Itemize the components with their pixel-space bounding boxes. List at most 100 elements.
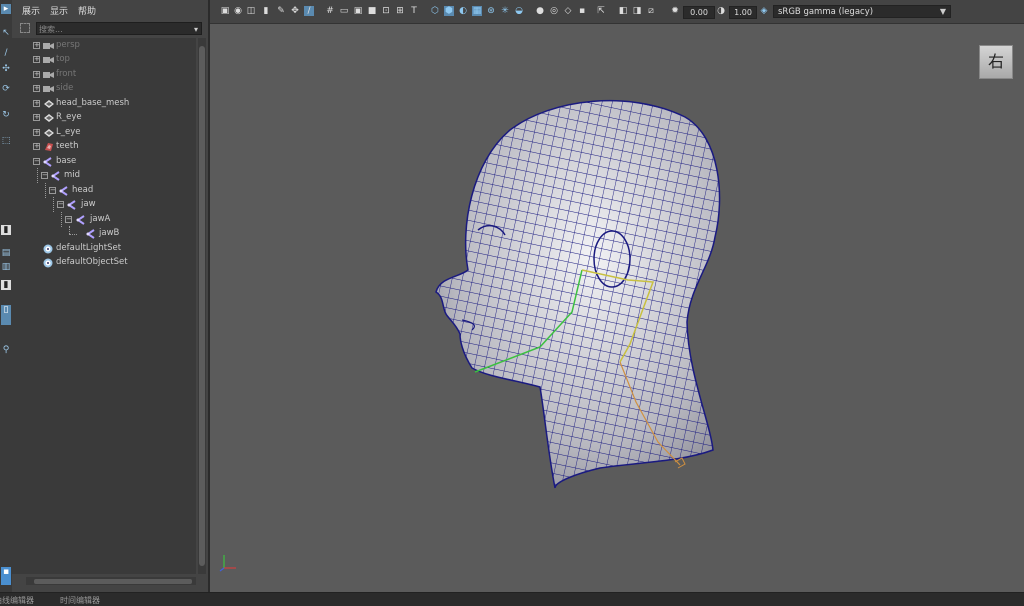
search-input[interactable]: 搜索... ▾: [36, 22, 202, 35]
xray-active-components-icon[interactable]: ◨: [632, 6, 642, 16]
search-row: 搜索... ▾: [12, 20, 208, 38]
outliner-vertical-scrollbar[interactable]: [198, 38, 206, 574]
outliner-item-side[interactable]: + side: [12, 82, 196, 96]
menu-show[interactable]: 显示: [50, 4, 68, 17]
expand-icon[interactable]: +: [33, 143, 40, 150]
color-management-icon[interactable]: ◈: [759, 6, 769, 16]
expand-icon[interactable]: +: [33, 100, 40, 107]
field-chart-icon[interactable]: ⊡: [381, 6, 391, 16]
joint-icon: [59, 186, 69, 196]
outliner-item-jaw[interactable]: − jaw: [12, 198, 196, 212]
default-material-icon[interactable]: ◐: [458, 6, 468, 16]
tab-time-editor[interactable]: 时间编辑器: [60, 595, 100, 606]
depth-of-field-icon[interactable]: ▪: [577, 6, 587, 16]
multisample-aa-icon[interactable]: ◇: [563, 6, 573, 16]
filter-icon[interactable]: [20, 23, 30, 33]
outliner-item-label: defaultObjectSet: [56, 257, 128, 267]
safe-action-icon[interactable]: ⊞: [395, 6, 405, 16]
isolate-select-icon[interactable]: ⇱: [596, 6, 606, 16]
color-management-select[interactable]: sRGB gamma (legacy) ▼: [773, 5, 951, 18]
lighting-icon[interactable]: ✳: [500, 6, 510, 16]
rotate-tool-icon[interactable]: ⟳: [1, 84, 11, 94]
exposure-field[interactable]: 0.00: [683, 6, 715, 19]
outliner-item-head-base-mesh[interactable]: + head_base_mesh: [12, 97, 196, 111]
wireframe-on-shaded-icon[interactable]: ▦: [472, 6, 482, 16]
outliner-persp-layout-icon[interactable]: ▯: [1, 305, 11, 325]
gate-mask-icon[interactable]: ■: [367, 6, 377, 16]
outliner-item-label: side: [56, 83, 74, 93]
gamma-icon[interactable]: ◑: [716, 6, 726, 16]
resolution-gate-icon[interactable]: ▣: [353, 6, 363, 16]
zoom-icon[interactable]: ⚲: [1, 345, 11, 355]
bookmark-icon[interactable]: ◫: [246, 6, 256, 16]
paint-tool-icon[interactable]: /: [1, 48, 11, 58]
tab-curve-editor[interactable]: 曲线编辑器: [0, 595, 34, 606]
xray-icon[interactable]: ◧: [618, 6, 628, 16]
3d-viewport[interactable]: ▣ ◉ ◫ ▮ ✎ ✥ / # ▭ ▣ ■ ⊡ ⊞ T ⬡ ⬢ ◐ ▦ ⊛ ✳ …: [210, 0, 1024, 592]
motion-blur-icon[interactable]: ◎: [549, 6, 559, 16]
script-icon[interactable]: ▪: [1, 567, 11, 585]
outliner-item-front[interactable]: + front: [12, 68, 196, 82]
smooth-shade-icon[interactable]: ⬢: [444, 6, 454, 16]
outliner-item-default-object-set[interactable]: defaultObjectSet: [12, 256, 196, 270]
safe-title-icon[interactable]: T: [409, 6, 419, 16]
lasso-tool-icon[interactable]: ↖: [1, 28, 11, 38]
textured-icon[interactable]: ⊛: [486, 6, 496, 16]
outliner-item-jawB[interactable]: jawB: [12, 227, 196, 241]
last-tool-icon[interactable]: ⬚: [1, 136, 11, 146]
outliner-horizontal-scrollbar[interactable]: [26, 577, 196, 585]
joint-icon: [86, 229, 96, 239]
scroll-thumb[interactable]: [199, 46, 205, 566]
grid-icon[interactable]: #: [325, 6, 335, 16]
outliner-item-head[interactable]: − head: [12, 184, 196, 198]
menu-display[interactable]: 展示: [22, 4, 40, 17]
screen-space-ao-icon[interactable]: ●: [535, 6, 545, 16]
outliner-item-r-eye[interactable]: + R_eye: [12, 111, 196, 125]
search-dropdown-icon[interactable]: ▾: [194, 23, 198, 36]
expand-icon[interactable]: +: [33, 129, 40, 136]
four-pane-icon[interactable]: ▤: [1, 248, 11, 258]
outliner-item-base[interactable]: − base: [12, 155, 196, 169]
scroll-thumb[interactable]: [34, 579, 192, 584]
gamma-field[interactable]: 1.00: [729, 6, 757, 19]
two-d-pan-icon[interactable]: ✥: [290, 6, 300, 16]
outliner-item-default-light-set[interactable]: defaultLightSet: [12, 242, 196, 256]
exposure-icon[interactable]: ✹: [670, 6, 680, 16]
camera-attributes-icon[interactable]: ◉: [233, 6, 243, 16]
outliner-item-mid[interactable]: − mid: [12, 169, 196, 183]
outliner-item-label: teeth: [56, 141, 79, 151]
image-plane-icon[interactable]: ▮: [261, 6, 271, 16]
collapse-icon[interactable]: −: [49, 187, 56, 194]
expand-icon[interactable]: +: [33, 114, 40, 121]
wireframe-icon[interactable]: ⬡: [430, 6, 440, 16]
scale-tool-icon[interactable]: ↻: [1, 110, 11, 120]
move-tool-icon[interactable]: ✣: [1, 64, 11, 74]
outliner-item-jawA[interactable]: − jawA: [12, 213, 196, 227]
split-pane-icon[interactable]: ▥: [1, 262, 11, 272]
expand-icon[interactable]: +: [33, 42, 40, 49]
collapse-icon[interactable]: −: [33, 158, 40, 165]
collapse-icon[interactable]: −: [57, 201, 64, 208]
single-pane-icon[interactable]: ▮: [1, 225, 11, 235]
outliner-item-persp[interactable]: + persp: [12, 39, 196, 53]
shadows-icon[interactable]: ◒: [514, 6, 524, 16]
menu-help[interactable]: 帮助: [78, 4, 96, 17]
collapse-icon[interactable]: −: [65, 216, 72, 223]
collapse-icon[interactable]: −: [41, 172, 48, 179]
expand-icon[interactable]: +: [33, 56, 40, 63]
camera-icon: [43, 70, 54, 80]
outliner-item-teeth[interactable]: + teeth: [12, 140, 196, 154]
xray-joints-icon[interactable]: ⧄: [646, 6, 656, 16]
pan-zoom-icon[interactable]: /: [304, 6, 314, 16]
outliner-panel: 展示 显示 帮助 搜索... ▾ + persp + top + front +…: [12, 0, 210, 592]
select-camera-icon[interactable]: ▣: [220, 6, 230, 16]
expand-icon[interactable]: +: [33, 85, 40, 92]
grease-pencil-icon[interactable]: ✎: [276, 6, 286, 16]
film-gate-icon[interactable]: ▭: [339, 6, 349, 16]
outliner-layout-icon[interactable]: ▮: [1, 280, 11, 290]
expand-icon[interactable]: +: [33, 71, 40, 78]
select-tool-icon[interactable]: ▸: [1, 4, 11, 14]
outliner-item-label: head_base_mesh: [56, 98, 130, 108]
outliner-item-l-eye[interactable]: + L_eye: [12, 126, 196, 140]
outliner-item-top[interactable]: + top: [12, 53, 196, 67]
